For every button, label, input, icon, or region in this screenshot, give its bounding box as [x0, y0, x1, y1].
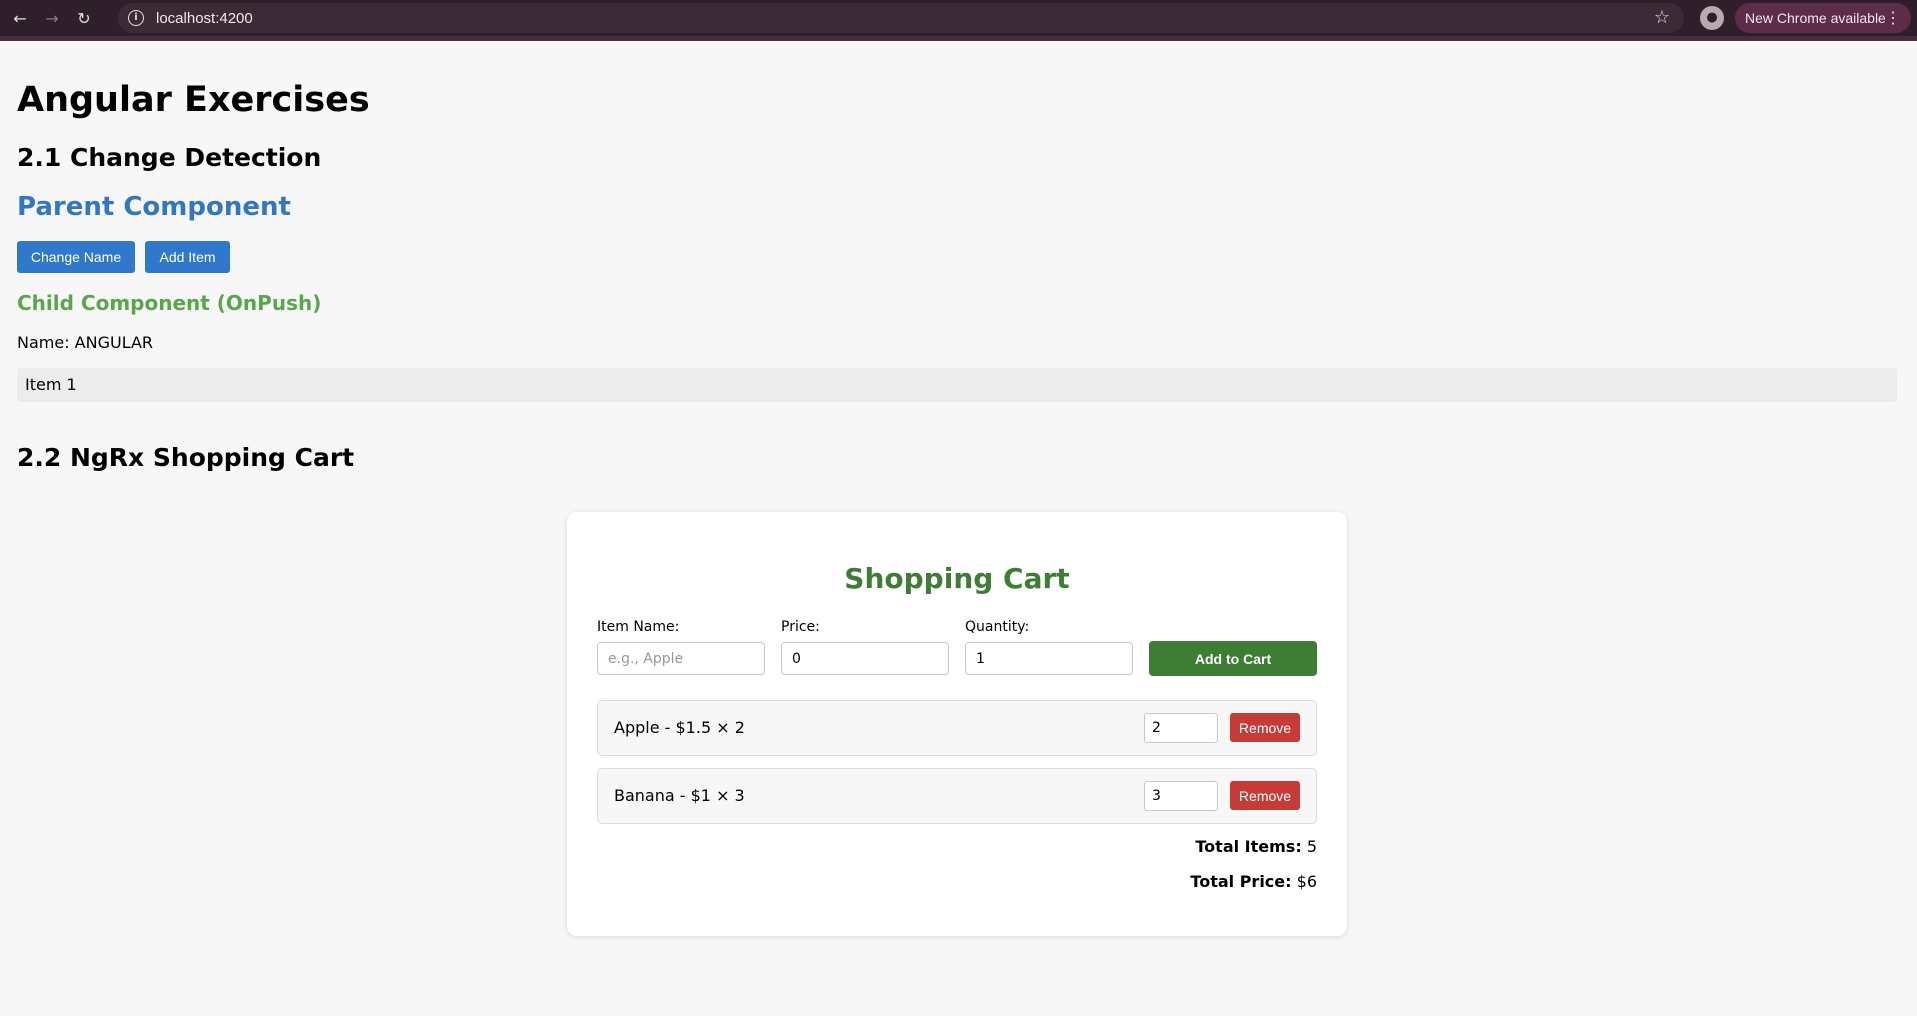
child-component-title: Child Component (OnPush): [17, 291, 322, 315]
address-bar[interactable]: i localhost:4200 ☆: [118, 3, 1684, 33]
item-name-input[interactable]: [597, 642, 765, 675]
update-label: New Chrome available: [1745, 10, 1886, 26]
add-to-cart-button[interactable]: Add to Cart: [1149, 641, 1317, 676]
site-info-icon[interactable]: i: [128, 10, 144, 26]
parent-component-title: Parent Component: [17, 192, 291, 222]
forward-arrow-icon[interactable]: →: [38, 4, 66, 32]
quantity-input[interactable]: [965, 642, 1133, 675]
remove-button[interactable]: Remove: [1230, 713, 1300, 742]
total-price: Total Price: $6: [1190, 872, 1317, 891]
total-price-value: $6: [1296, 872, 1317, 891]
back-arrow-icon[interactable]: ←: [6, 4, 34, 32]
total-items-value: 5: [1306, 837, 1317, 856]
child-name-text: Name: ANGULAR: [17, 333, 154, 352]
cart-item-row: Apple - $1.5 × 2 Remove: [597, 700, 1317, 756]
section-shopping-cart-title: 2.2 NgRx Shopping Cart: [17, 443, 355, 472]
change-name-button[interactable]: Change Name: [17, 241, 135, 273]
cart-item-row: Banana - $1 × 3 Remove: [597, 768, 1317, 824]
total-price-label: Total Price:: [1190, 872, 1292, 891]
price-label: Price:: [781, 619, 820, 635]
section-change-detection-title: 2.1 Change Detection: [17, 143, 322, 172]
total-items-label: Total Items:: [1195, 837, 1302, 856]
cart-item-description: Banana - $1 × 3: [614, 786, 745, 805]
item-name-label: Item Name:: [597, 619, 680, 635]
total-items: Total Items: 5: [1195, 837, 1317, 856]
url-text[interactable]: localhost:4200: [156, 10, 253, 27]
profile-avatar[interactable]: ●: [1700, 6, 1724, 30]
cart-item-quantity-input[interactable]: [1144, 713, 1218, 743]
reload-icon[interactable]: ↻: [70, 4, 98, 32]
cart-item-description: Apple - $1.5 × 2: [614, 718, 745, 737]
shopping-cart-card: Shopping Cart Item Name: Price: Quantity…: [567, 512, 1347, 936]
browser-toolbar: ← → ↻ i localhost:4200 ☆ ● New Chrome av…: [0, 0, 1917, 41]
bookmark-star-icon[interactable]: ☆: [1654, 7, 1670, 28]
list-item: Item 1: [17, 368, 1897, 402]
page-title: Angular Exercises: [17, 80, 370, 120]
add-item-button[interactable]: Add Item: [145, 241, 230, 273]
cart-item-quantity-input[interactable]: [1144, 781, 1218, 811]
chrome-update-button[interactable]: New Chrome available ⋮: [1735, 3, 1911, 33]
price-input[interactable]: [781, 642, 949, 675]
remove-button[interactable]: Remove: [1230, 781, 1300, 810]
cart-title: Shopping Cart: [844, 562, 1070, 595]
kebab-menu-icon[interactable]: ⋮: [1885, 8, 1901, 28]
quantity-label: Quantity:: [965, 619, 1030, 635]
